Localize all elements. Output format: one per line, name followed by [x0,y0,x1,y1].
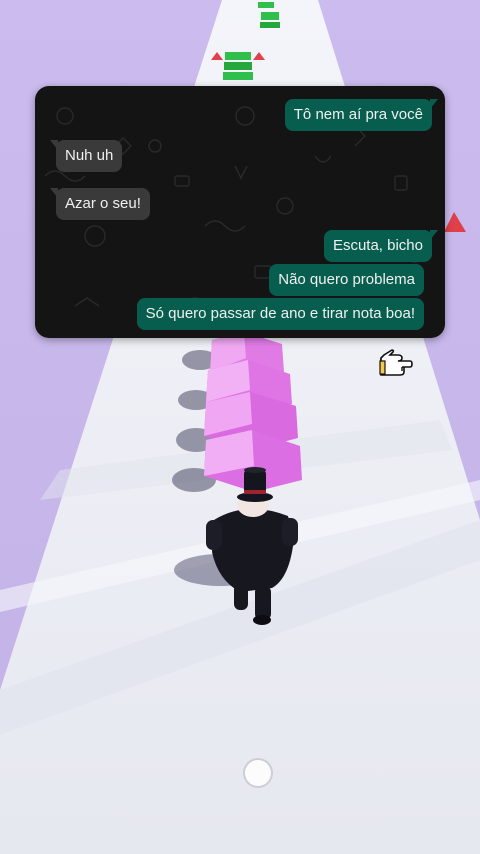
chat-message-outgoing: Não quero problema [269,264,424,296]
pointing-hand-icon [379,349,413,376]
chat-message-outgoing: Só quero passar de ano e tirar nota boa! [136,298,424,330]
home-button-icon[interactable] [243,758,273,788]
chat-message-incoming: Nuh uh [49,140,123,172]
chat-message-outgoing: Escuta, bicho [323,230,439,262]
chat-overlay: Tô nem aí pra você Nuh uh Azar o seu! Es… [35,86,445,338]
chat-message-incoming: Azar o seu! [50,188,150,220]
chat-message-outgoing: Tô nem aí pra você [284,99,439,131]
